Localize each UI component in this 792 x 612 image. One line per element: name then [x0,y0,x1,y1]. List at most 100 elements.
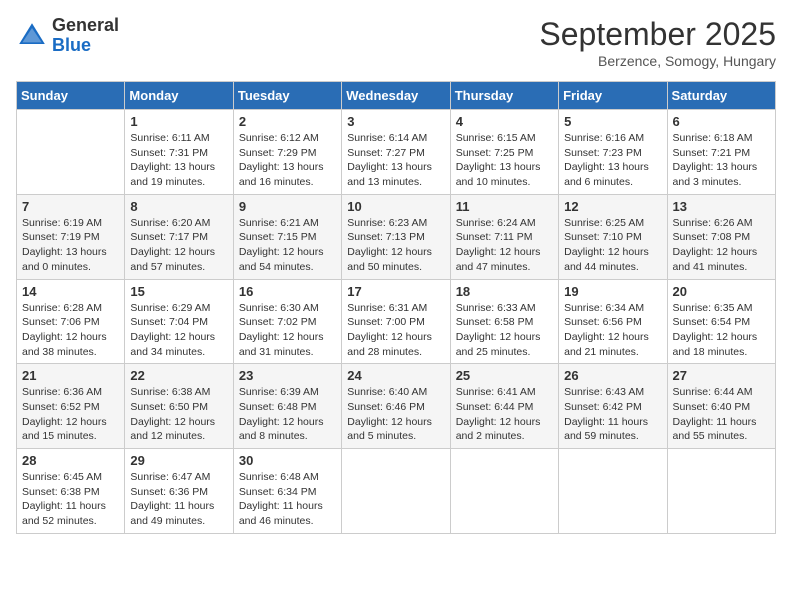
day-cell-12: 12 Sunrise: 6:25 AM Sunset: 7:10 PM Dayl… [559,194,667,279]
sunset-text: Sunset: 6:38 PM [22,486,100,498]
sunrise-text: Sunrise: 6:45 AM [22,471,102,483]
day-number: 21 [22,368,119,383]
day-cell-4: 4 Sunrise: 6:15 AM Sunset: 7:25 PM Dayli… [450,110,558,195]
day-cell-8: 8 Sunrise: 6:20 AM Sunset: 7:17 PM Dayli… [125,194,233,279]
sunset-text: Sunset: 7:29 PM [239,147,317,159]
cell-info: Sunrise: 6:25 AM Sunset: 7:10 PM Dayligh… [564,216,661,275]
cell-info: Sunrise: 6:47 AM Sunset: 6:36 PM Dayligh… [130,470,227,529]
sunrise-text: Sunrise: 6:31 AM [347,302,427,314]
day-number: 30 [239,453,336,468]
sunset-text: Sunset: 7:10 PM [564,231,642,243]
day-cell-9: 9 Sunrise: 6:21 AM Sunset: 7:15 PM Dayli… [233,194,341,279]
sunset-text: Sunset: 7:13 PM [347,231,425,243]
day-header-sunday: Sunday [17,82,125,110]
calendar-week-1: 1 Sunrise: 6:11 AM Sunset: 7:31 PM Dayli… [17,110,776,195]
sunrise-text: Sunrise: 6:29 AM [130,302,210,314]
daylight-text: Daylight: 12 hours and 18 minutes. [673,331,758,358]
logo: General Blue [16,16,119,56]
sunset-text: Sunset: 7:00 PM [347,316,425,328]
sunrise-text: Sunrise: 6:18 AM [673,132,753,144]
day-header-wednesday: Wednesday [342,82,450,110]
cell-info: Sunrise: 6:41 AM Sunset: 6:44 PM Dayligh… [456,385,553,444]
logo-icon [16,20,48,52]
cell-info: Sunrise: 6:30 AM Sunset: 7:02 PM Dayligh… [239,301,336,360]
cell-info: Sunrise: 6:48 AM Sunset: 6:34 PM Dayligh… [239,470,336,529]
sunrise-text: Sunrise: 6:21 AM [239,217,319,229]
calendar-week-3: 14 Sunrise: 6:28 AM Sunset: 7:06 PM Dayl… [17,279,776,364]
cell-info: Sunrise: 6:45 AM Sunset: 6:38 PM Dayligh… [22,470,119,529]
sunset-text: Sunset: 6:44 PM [456,401,534,413]
sunset-text: Sunset: 7:25 PM [456,147,534,159]
sunset-text: Sunset: 7:15 PM [239,231,317,243]
day-number: 8 [130,199,227,214]
calendar-week-4: 21 Sunrise: 6:36 AM Sunset: 6:52 PM Dayl… [17,364,776,449]
empty-cell [17,110,125,195]
sunset-text: Sunset: 7:04 PM [130,316,208,328]
daylight-text: Daylight: 13 hours and 13 minutes. [347,161,432,188]
day-number: 18 [456,284,553,299]
sunrise-text: Sunrise: 6:16 AM [564,132,644,144]
cell-info: Sunrise: 6:26 AM Sunset: 7:08 PM Dayligh… [673,216,770,275]
day-number: 2 [239,114,336,129]
day-number: 17 [347,284,444,299]
sunrise-text: Sunrise: 6:35 AM [673,302,753,314]
cell-info: Sunrise: 6:19 AM Sunset: 7:19 PM Dayligh… [22,216,119,275]
month-title: September 2025 [539,16,776,53]
day-number: 5 [564,114,661,129]
sunrise-text: Sunrise: 6:33 AM [456,302,536,314]
day-number: 12 [564,199,661,214]
day-number: 14 [22,284,119,299]
sunset-text: Sunset: 7:06 PM [22,316,100,328]
empty-cell [559,449,667,534]
day-header-friday: Friday [559,82,667,110]
title-block: September 2025 Berzence, Somogy, Hungary [539,16,776,69]
day-number: 16 [239,284,336,299]
day-number: 22 [130,368,227,383]
day-header-monday: Monday [125,82,233,110]
day-number: 26 [564,368,661,383]
day-number: 3 [347,114,444,129]
cell-info: Sunrise: 6:18 AM Sunset: 7:21 PM Dayligh… [673,131,770,190]
empty-cell [342,449,450,534]
calendar-week-5: 28 Sunrise: 6:45 AM Sunset: 6:38 PM Dayl… [17,449,776,534]
day-cell-13: 13 Sunrise: 6:26 AM Sunset: 7:08 PM Dayl… [667,194,775,279]
sunset-text: Sunset: 6:50 PM [130,401,208,413]
sunset-text: Sunset: 6:48 PM [239,401,317,413]
day-cell-2: 2 Sunrise: 6:12 AM Sunset: 7:29 PM Dayli… [233,110,341,195]
day-number: 11 [456,199,553,214]
daylight-text: Daylight: 12 hours and 41 minutes. [673,246,758,273]
sunrise-text: Sunrise: 6:14 AM [347,132,427,144]
cell-info: Sunrise: 6:44 AM Sunset: 6:40 PM Dayligh… [673,385,770,444]
sunset-text: Sunset: 7:02 PM [239,316,317,328]
sunrise-text: Sunrise: 6:48 AM [239,471,319,483]
daylight-text: Daylight: 13 hours and 0 minutes. [22,246,107,273]
day-cell-1: 1 Sunrise: 6:11 AM Sunset: 7:31 PM Dayli… [125,110,233,195]
day-number: 25 [456,368,553,383]
day-cell-5: 5 Sunrise: 6:16 AM Sunset: 7:23 PM Dayli… [559,110,667,195]
sunrise-text: Sunrise: 6:40 AM [347,386,427,398]
cell-info: Sunrise: 6:33 AM Sunset: 6:58 PM Dayligh… [456,301,553,360]
daylight-text: Daylight: 12 hours and 25 minutes. [456,331,541,358]
day-cell-25: 25 Sunrise: 6:41 AM Sunset: 6:44 PM Dayl… [450,364,558,449]
day-cell-3: 3 Sunrise: 6:14 AM Sunset: 7:27 PM Dayli… [342,110,450,195]
sunrise-text: Sunrise: 6:12 AM [239,132,319,144]
day-number: 9 [239,199,336,214]
cell-info: Sunrise: 6:28 AM Sunset: 7:06 PM Dayligh… [22,301,119,360]
day-cell-18: 18 Sunrise: 6:33 AM Sunset: 6:58 PM Dayl… [450,279,558,364]
daylight-text: Daylight: 11 hours and 49 minutes. [130,500,214,527]
day-cell-20: 20 Sunrise: 6:35 AM Sunset: 6:54 PM Dayl… [667,279,775,364]
daylight-text: Daylight: 12 hours and 15 minutes. [22,416,107,443]
cell-info: Sunrise: 6:40 AM Sunset: 6:46 PM Dayligh… [347,385,444,444]
sunrise-text: Sunrise: 6:36 AM [22,386,102,398]
sunset-text: Sunset: 7:21 PM [673,147,751,159]
daylight-text: Daylight: 13 hours and 3 minutes. [673,161,758,188]
daylight-text: Daylight: 12 hours and 57 minutes. [130,246,215,273]
day-cell-14: 14 Sunrise: 6:28 AM Sunset: 7:06 PM Dayl… [17,279,125,364]
daylight-text: Daylight: 12 hours and 5 minutes. [347,416,432,443]
daylight-text: Daylight: 13 hours and 10 minutes. [456,161,541,188]
day-header-saturday: Saturday [667,82,775,110]
day-number: 6 [673,114,770,129]
sunset-text: Sunset: 6:58 PM [456,316,534,328]
daylight-text: Daylight: 13 hours and 16 minutes. [239,161,324,188]
day-cell-15: 15 Sunrise: 6:29 AM Sunset: 7:04 PM Dayl… [125,279,233,364]
